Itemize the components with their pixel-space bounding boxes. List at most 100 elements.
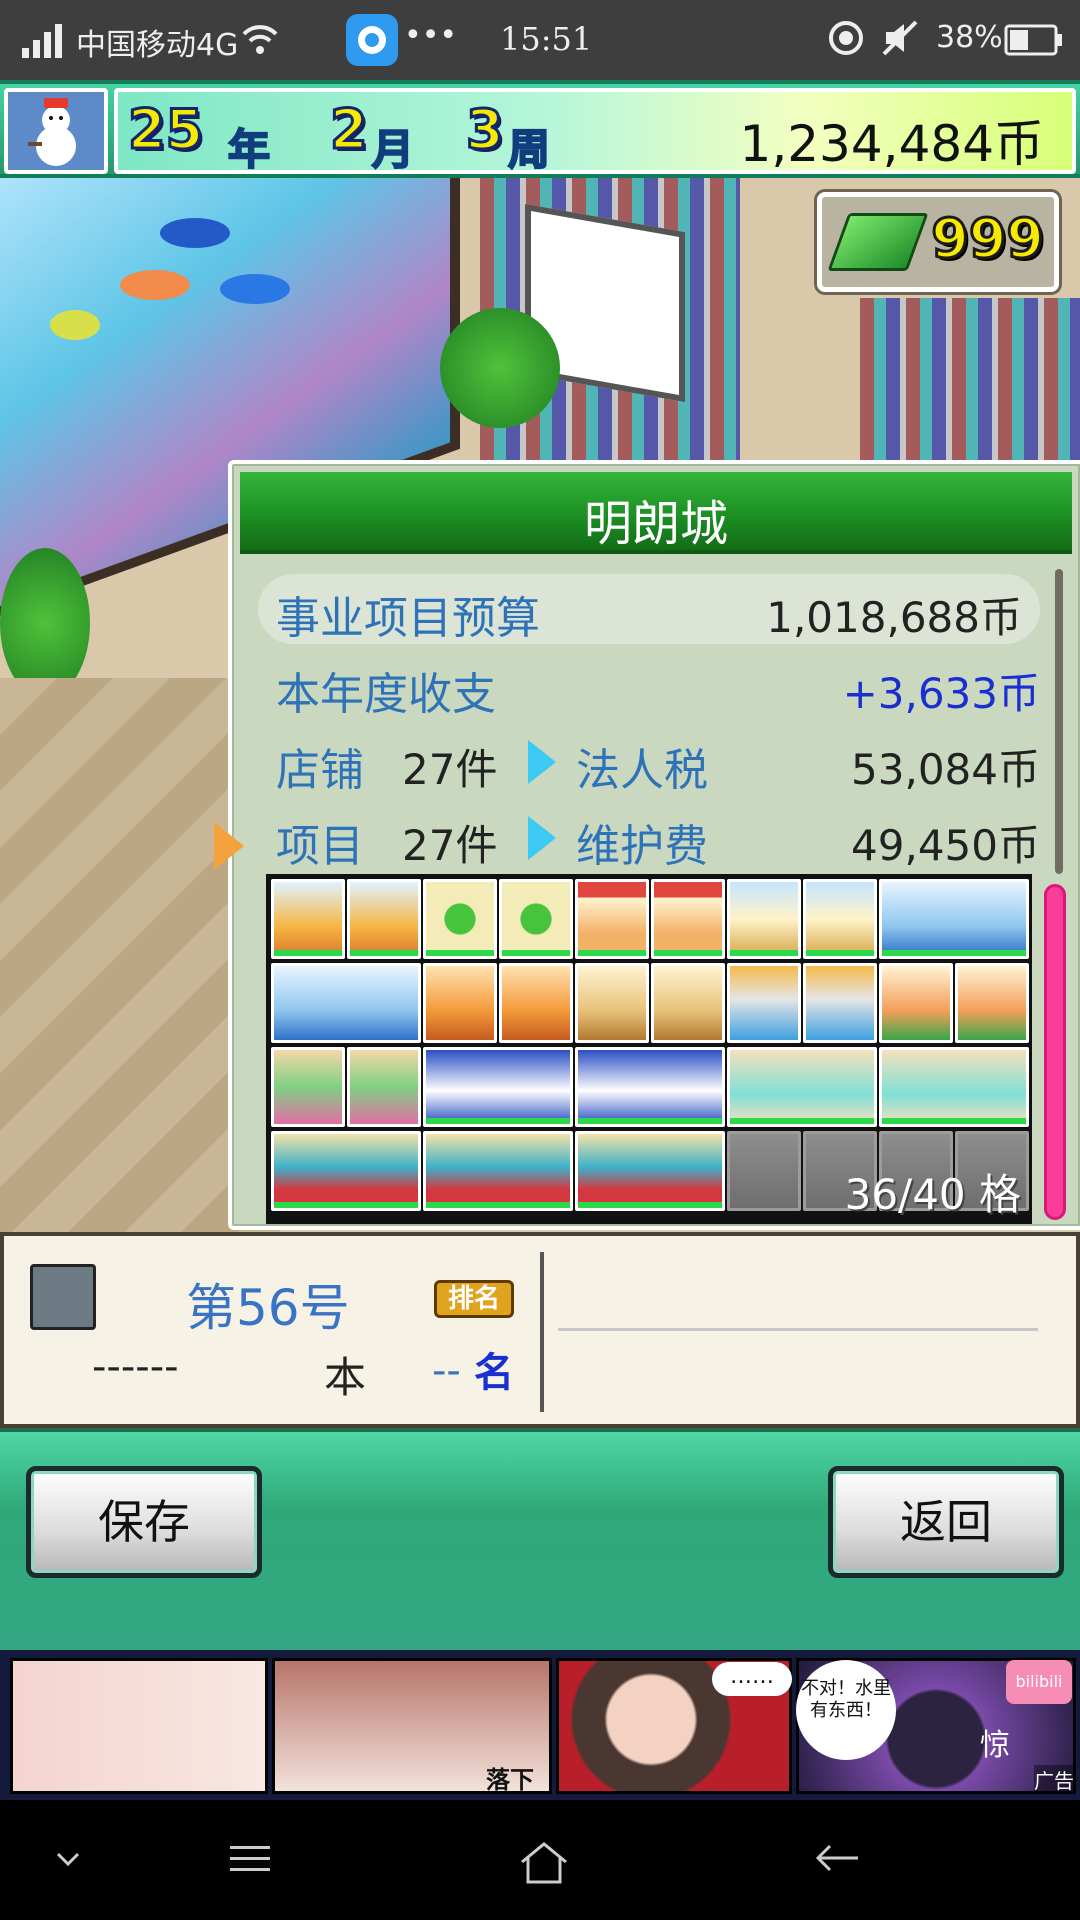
ad-caption: 落下 xyxy=(486,1766,534,1794)
wifi-icon xyxy=(240,18,280,58)
clothing-store-icon[interactable] xyxy=(879,879,1029,959)
cash-bundle-icon xyxy=(827,213,929,271)
shops-label: 店铺 xyxy=(276,745,364,796)
placeholder-dashes: ------ xyxy=(92,1344,179,1390)
tax-label: 法人税 xyxy=(576,745,708,796)
plant xyxy=(440,308,560,428)
gem-counter[interactable]: 999 xyxy=(817,192,1059,292)
projects-label: 项目 xyxy=(276,821,364,872)
arcade-machine-icon[interactable] xyxy=(803,963,877,1043)
arrow-icon xyxy=(528,816,556,860)
divider xyxy=(540,1252,544,1412)
noodle-bowl-icon[interactable] xyxy=(575,879,649,959)
pineapple-icon[interactable] xyxy=(575,963,649,1043)
bowling-pins-icon[interactable] xyxy=(575,1047,725,1127)
shops-count: 27件 xyxy=(402,745,498,794)
maintenance-label: 维护费 xyxy=(576,821,708,872)
year-number: 25 xyxy=(126,97,204,163)
bilibili-logo: bilibili xyxy=(1006,1660,1072,1704)
ad-speech-bubble: …… xyxy=(712,1662,792,1696)
rank-number: 第56号 xyxy=(186,1279,350,1337)
plant xyxy=(0,548,90,698)
maintenance-value: 49,450币 xyxy=(851,821,1040,870)
coffee-cup-icon[interactable] xyxy=(803,879,877,959)
city-title-bar: 明朗城 xyxy=(240,472,1072,554)
month-number: 2 xyxy=(329,97,370,163)
ad-speech-bubble: 不对！水里有东西！ xyxy=(796,1660,896,1760)
fish-icon xyxy=(220,274,290,304)
arcade-machine-icon[interactable] xyxy=(727,963,801,1043)
annual-row: 本年度收支 +3,633币 xyxy=(232,650,1052,720)
location-icon xyxy=(826,18,866,58)
pointer-arrow-icon xyxy=(214,822,244,870)
date-money-bar: 25 年 2 月 3 周 1,234,484币 xyxy=(0,80,1080,178)
battery-icon xyxy=(1004,24,1064,56)
home-icon[interactable] xyxy=(518,1840,570,1896)
money-display: 1,234,484币 xyxy=(739,115,1044,173)
facility-grid[interactable]: 36/40 格 xyxy=(266,874,1032,1224)
casino-chips-icon[interactable] xyxy=(423,1131,573,1211)
ranking-panel: 第56号 排名 ------ 本 -- 名 xyxy=(0,1232,1080,1428)
fish-icon xyxy=(120,270,190,300)
coffee-cup-icon[interactable] xyxy=(727,879,801,959)
noodle-bowl-icon[interactable] xyxy=(651,879,725,959)
spa-icon[interactable] xyxy=(347,1047,421,1127)
save-button[interactable]: 保存 xyxy=(26,1466,262,1578)
tax-value: 53,084币 xyxy=(851,745,1040,794)
app-notification-icon xyxy=(346,14,398,66)
month-unit: 月 xyxy=(371,124,415,175)
week-unit: 周 xyxy=(507,124,551,175)
week-number: 3 xyxy=(465,97,506,163)
collapse-icon[interactable] xyxy=(50,1840,86,1886)
annual-value: +3,633币 xyxy=(842,669,1040,718)
action-bar: 保存 返回 xyxy=(0,1428,1080,1650)
grid-scrollbar[interactable] xyxy=(1044,884,1066,1220)
karaoke-mic-icon[interactable] xyxy=(879,963,953,1043)
city-name: 明朗城 xyxy=(583,496,728,552)
vegetable-icon[interactable] xyxy=(499,879,573,959)
budget-value: 1,018,688币 xyxy=(766,593,1022,642)
pool-icon[interactable] xyxy=(879,1047,1029,1127)
clothing-store-icon[interactable] xyxy=(271,963,421,1043)
ad-banner[interactable]: 落下 …… 不对！水里有东西！ 惊 bilibili 广告 xyxy=(0,1650,1080,1800)
bowling-pins-icon[interactable] xyxy=(423,1047,573,1127)
scrollbar[interactable] xyxy=(1055,569,1063,874)
carrier-label: 中国移动4G xyxy=(76,28,239,63)
arrow-icon xyxy=(528,740,556,784)
status-bar: 中国移动4G ••• 15:51 38% xyxy=(0,0,1080,80)
more-notifications-icon: ••• xyxy=(404,18,458,53)
annual-label: 本年度收支 xyxy=(276,669,496,720)
grid-capacity: 36/40 格 xyxy=(844,1170,1021,1219)
casino-chips-icon[interactable] xyxy=(575,1131,725,1211)
shop-stand-icon[interactable] xyxy=(271,879,345,959)
gem-count: 999 xyxy=(930,206,1046,272)
budget-row: 事业项目预算 1,018,688币 xyxy=(258,574,1040,644)
empty-slot[interactable] xyxy=(727,1131,801,1211)
ad-label: 广告 xyxy=(1034,1765,1074,1794)
spa-icon[interactable] xyxy=(271,1047,345,1127)
shops-row: 店铺 27件 法人税 53,084币 xyxy=(232,726,1052,796)
ad-comic-panel xyxy=(10,1658,268,1794)
divider-line xyxy=(558,1328,1038,1331)
rank-placeholder: -- xyxy=(432,1348,461,1394)
back-button[interactable]: 返回 xyxy=(828,1466,1064,1578)
pineapple-icon[interactable] xyxy=(651,963,725,1043)
mute-icon xyxy=(880,18,920,58)
menu-icon[interactable] xyxy=(226,1840,274,1886)
budget-label: 事业项目预算 xyxy=(276,593,540,644)
barber-scissors-icon[interactable] xyxy=(423,963,497,1043)
ben-label: 本 xyxy=(324,1353,367,1402)
battery-percent: 38% xyxy=(936,20,1003,55)
ranking-badge[interactable]: 排名 xyxy=(434,1280,514,1318)
pool-icon[interactable] xyxy=(727,1047,877,1127)
shop-stand-icon[interactable] xyxy=(347,879,421,959)
ming-label: 名 xyxy=(474,1350,514,1396)
rank-avatar-icon xyxy=(30,1264,96,1330)
snowman-avatar-icon[interactable] xyxy=(4,88,108,174)
casino-chips-icon[interactable] xyxy=(271,1131,421,1211)
vegetable-icon[interactable] xyxy=(423,879,497,959)
fish-icon xyxy=(50,310,100,340)
karaoke-mic-icon[interactable] xyxy=(955,963,1029,1043)
barber-scissors-icon[interactable] xyxy=(499,963,573,1043)
back-arrow-icon[interactable] xyxy=(812,1840,864,1890)
